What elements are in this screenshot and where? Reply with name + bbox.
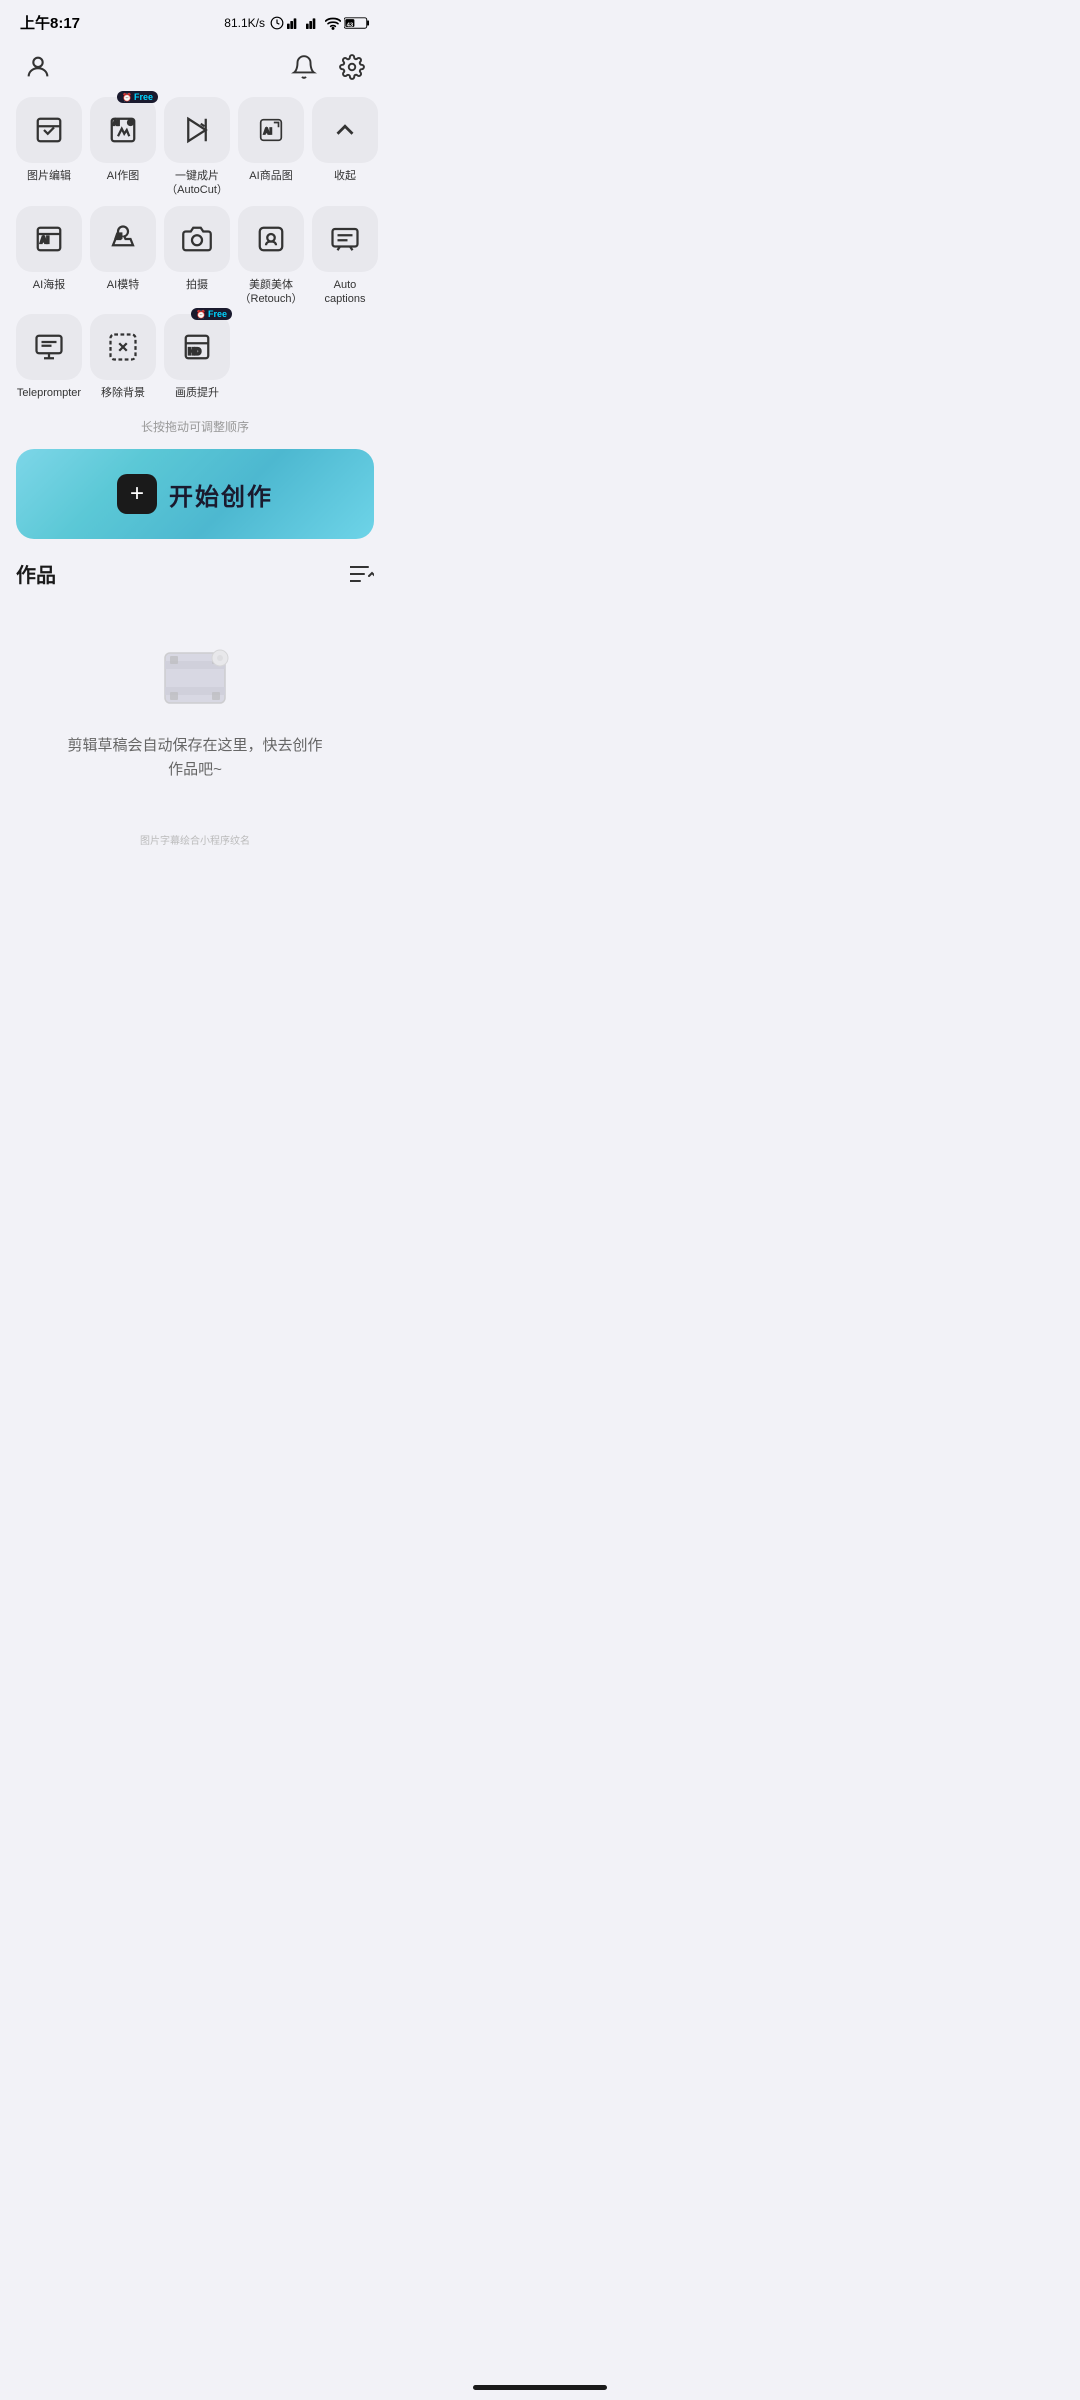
svg-text:43: 43 xyxy=(347,22,354,28)
battery-icon: 43 xyxy=(344,16,370,30)
tool-teleprompter[interactable]: Teleprompter xyxy=(16,314,82,400)
tool-icon-collapse xyxy=(312,97,378,163)
tool-collapse[interactable]: 收起 xyxy=(312,97,378,198)
tool-autocut[interactable]: 一键成片 （AutoCut） xyxy=(164,97,230,198)
tool-label-camera: 拍摄 xyxy=(186,278,208,292)
network-speed: 81.1K/s xyxy=(224,16,265,30)
settings-icon[interactable] xyxy=(334,49,370,85)
tool-remove-bg[interactable]: 移除背景 xyxy=(90,314,156,400)
badge-free-enhance: Free xyxy=(191,308,232,320)
status-time: 上午8:17 xyxy=(20,12,80,33)
empty-slot-1 xyxy=(238,314,304,400)
signal-icon xyxy=(287,16,303,30)
tool-auto-captions[interactable]: Auto captions xyxy=(312,206,378,307)
tools-row-2: AI AI海报 AI AI模特 拍摄 xyxy=(16,206,374,307)
tool-label-autocut: 一键成片 （AutoCut） xyxy=(166,169,228,198)
tool-ai-draw[interactable]: Free AI AI作图 xyxy=(90,97,156,198)
tool-icon-auto-captions xyxy=(312,206,378,272)
tool-label-retouch: 美颜美体 （Retouch） xyxy=(240,278,303,307)
tool-ai-product[interactable]: AI AI商品图 xyxy=(238,97,304,198)
create-section: + 开始创作 xyxy=(0,449,390,559)
badge-free-ai-draw: Free xyxy=(117,91,158,103)
svg-text:HD: HD xyxy=(188,347,201,357)
status-icons: 43 xyxy=(270,16,370,30)
tool-label-ai-draw: AI作图 xyxy=(107,169,139,183)
works-title: 作品 xyxy=(16,559,56,588)
tool-label-teleprompter: Teleprompter xyxy=(17,386,81,400)
tool-icon-ai-poster: AI xyxy=(16,206,82,272)
create-plus-icon: + xyxy=(117,474,157,514)
svg-text:AI: AI xyxy=(264,126,272,136)
empty-text: 剪辑草稿会自动保存在这里，快去创作 作品吧~ xyxy=(67,734,322,782)
svg-text:AI: AI xyxy=(40,234,49,244)
status-right: 81.1K/s xyxy=(224,16,370,30)
drag-hint: 长按拖动可调整顺序 xyxy=(0,408,390,449)
tool-icon-retouch xyxy=(238,206,304,272)
tool-label-enhance: 画质提升 xyxy=(175,386,219,400)
tools-section: 图片编辑 Free AI AI作图 xyxy=(0,97,390,400)
create-button[interactable]: + 开始创作 xyxy=(16,449,374,539)
tool-icon-ai-product: AI xyxy=(238,97,304,163)
tool-label-ai-poster: AI海报 xyxy=(33,278,65,292)
tool-ai-model[interactable]: AI AI模特 xyxy=(90,206,156,307)
svg-text:AI: AI xyxy=(116,232,123,239)
empty-slot-2 xyxy=(312,314,378,400)
profile-icon[interactable] xyxy=(20,49,56,85)
tool-camera[interactable]: 拍摄 xyxy=(164,206,230,307)
tool-ai-poster[interactable]: AI AI海报 xyxy=(16,206,82,307)
tool-icon-teleprompter xyxy=(16,314,82,380)
svg-text:AI: AI xyxy=(113,120,120,127)
tool-label-remove-bg: 移除背景 xyxy=(101,386,145,400)
tool-label-img-edit: 图片编辑 xyxy=(27,169,71,183)
tool-retouch[interactable]: 美颜美体 （Retouch） xyxy=(238,206,304,307)
bottom-bar xyxy=(473,2385,607,2390)
tool-img-edit[interactable]: 图片编辑 xyxy=(16,97,82,198)
works-section: 作品 剪辑草稿会自动保存在这里，快去创作 作品吧~ xyxy=(0,559,390,822)
wifi-icon xyxy=(325,16,341,30)
tool-icon-camera xyxy=(164,206,230,272)
notification-icon[interactable] xyxy=(286,49,322,85)
tool-label-ai-model: AI模特 xyxy=(107,278,139,292)
create-text: 开始创作 xyxy=(169,477,273,512)
watermark: 图片字幕绘合小程序纹名 xyxy=(0,822,390,877)
film-icon xyxy=(155,638,235,718)
sort-icon[interactable] xyxy=(350,564,374,584)
tool-icon-ai-model: AI xyxy=(90,206,156,272)
tool-enhance[interactable]: Free HD 画质提升 xyxy=(164,314,230,400)
tool-icon-autocut xyxy=(164,97,230,163)
tool-label-auto-captions: Auto captions xyxy=(312,278,378,307)
tool-icon-ai-draw: Free AI xyxy=(90,97,156,163)
tools-row-1: 图片编辑 Free AI AI作图 xyxy=(16,97,374,198)
top-nav xyxy=(0,41,390,97)
tool-label-collapse: 收起 xyxy=(334,169,356,183)
tool-icon-enhance: Free HD xyxy=(164,314,230,380)
tool-label-ai-product: AI商品图 xyxy=(249,169,292,183)
empty-state: 剪辑草稿会自动保存在这里，快去创作 作品吧~ xyxy=(16,608,374,822)
works-header: 作品 xyxy=(16,559,374,588)
tool-icon-img-edit xyxy=(16,97,82,163)
alarm-icon xyxy=(270,16,284,30)
nav-right-icons xyxy=(286,49,370,85)
tools-row-3: Teleprompter 移除背景 Free HD 画质提升 xyxy=(16,314,374,400)
signal-icon2 xyxy=(306,16,322,30)
status-bar: 上午8:17 81.1K/s xyxy=(0,0,390,41)
tool-icon-remove-bg xyxy=(90,314,156,380)
